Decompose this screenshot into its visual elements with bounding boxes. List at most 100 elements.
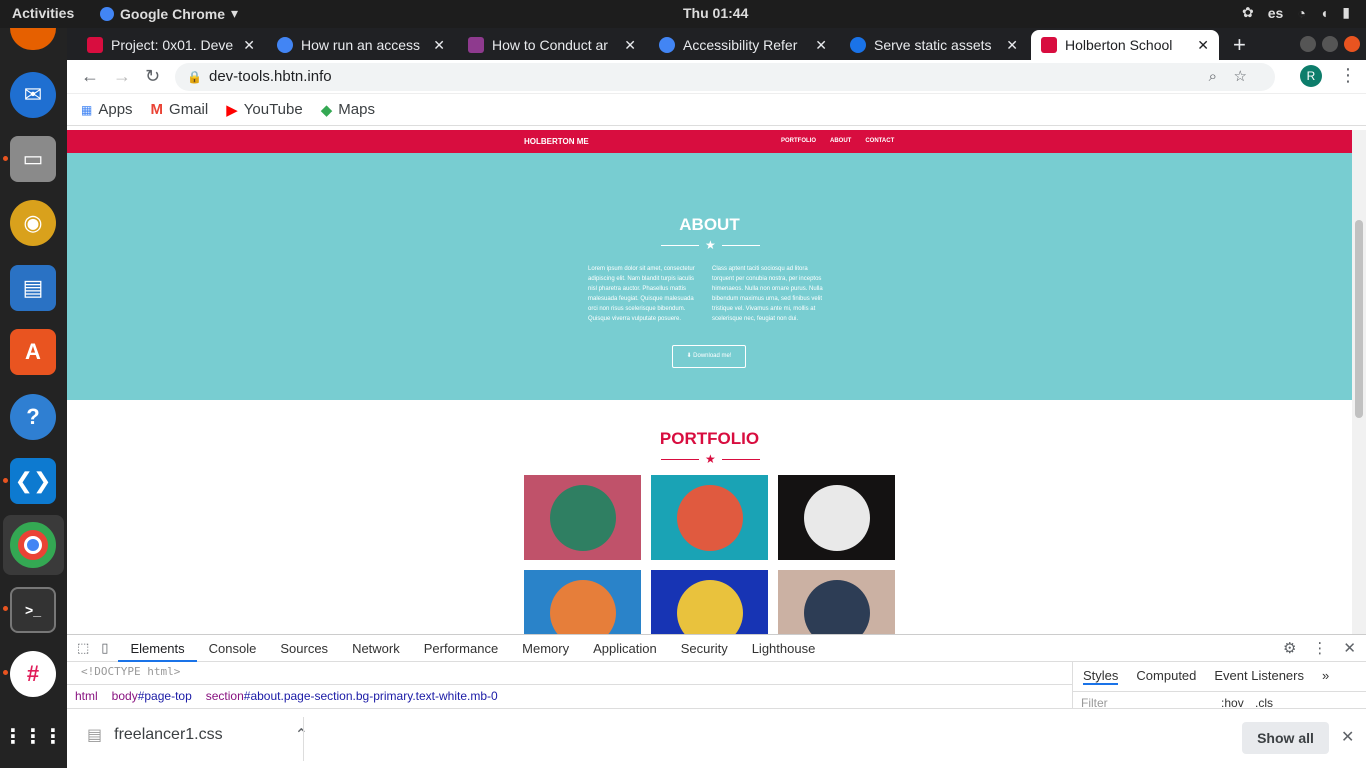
tab-project[interactable]: Project: 0x01. Deve ✕ <box>77 30 265 60</box>
breadcrumb-body[interactable]: body#page-top <box>112 689 192 703</box>
chrome-icon[interactable] <box>10 522 56 568</box>
express-icon <box>850 37 866 53</box>
close-icon[interactable]: ✕ <box>1343 639 1356 657</box>
close-icon[interactable]: ✕ <box>1197 37 1209 54</box>
devtools-tab-application[interactable]: Application <box>581 635 669 662</box>
safe-icon <box>676 579 743 634</box>
chrome-menu-icon[interactable]: ⋮ <box>1339 65 1357 86</box>
chevron-down-icon: ▾ <box>231 5 239 21</box>
chevron-up-icon[interactable]: ⌃ <box>295 725 308 745</box>
bookmark-apps[interactable]: ▦ Apps <box>81 101 133 118</box>
bookmark-maps[interactable]: ◆ Maps <box>321 101 375 119</box>
tab-accessibility[interactable]: Accessibility Refer ✕ <box>649 30 837 60</box>
download-filename: freelancer1.css <box>114 726 223 743</box>
app-grid-icon[interactable]: ⋮⋮⋮ <box>3 713 63 759</box>
more-options-icon[interactable]: ⋮ <box>1312 639 1327 657</box>
language-indicator[interactable]: es <box>1268 5 1284 21</box>
nav-link-about[interactable]: ABOUT <box>830 138 851 144</box>
devtools-tab-security[interactable]: Security <box>669 635 740 662</box>
close-icon[interactable]: ✕ <box>815 37 827 54</box>
elements-tree[interactable]: <!DOCTYPE html> <box>67 662 1072 684</box>
app-menu[interactable]: Google Chrome ▾ <box>100 5 238 22</box>
zoom-icon[interactable]: ⌕ <box>1209 63 1217 91</box>
forward-icon[interactable]: → <box>113 66 131 87</box>
scrollbar-thumb[interactable] <box>1355 220 1363 418</box>
reload-icon[interactable]: ↻ <box>145 66 160 87</box>
gear-icon[interactable]: ⚙ <box>1283 639 1296 657</box>
running-indicator <box>3 156 8 161</box>
files-icon[interactable]: ▭ <box>10 136 56 182</box>
profile-avatar[interactable]: R <box>1300 65 1322 87</box>
close-icon[interactable]: ✕ <box>1341 727 1354 747</box>
tab-static-assets[interactable]: Serve static assets ✕ <box>840 30 1028 60</box>
download-item[interactable]: ▤ freelancer1.css ⌃ <box>87 725 308 745</box>
portfolio-item-circus[interactable] <box>778 475 895 560</box>
breadcrumb-html[interactable]: html <box>75 689 98 703</box>
battery-icon: ▮ <box>1342 4 1350 20</box>
page-scrollbar[interactable] <box>1352 130 1366 634</box>
bookmark-youtube[interactable]: ▶ YouTube <box>226 101 303 119</box>
window-close-button[interactable] <box>1344 36 1360 52</box>
close-icon[interactable]: ✕ <box>1006 37 1018 54</box>
nav-link-portfolio[interactable]: PORTFOLIO <box>781 138 816 144</box>
download-button[interactable]: ⬇ Download me! <box>672 345 746 368</box>
maps-icon: ◆ <box>320 101 333 119</box>
indicator-icon[interactable]: ✿ <box>1242 4 1254 21</box>
computed-tab[interactable]: Computed <box>1136 668 1196 685</box>
inspect-element-icon[interactable]: ⬚ <box>77 640 89 656</box>
running-indicator <box>3 670 8 675</box>
close-icon[interactable]: ✕ <box>624 37 636 54</box>
devtools-tab-network[interactable]: Network <box>340 635 412 662</box>
breadcrumb-section[interactable]: section#about.page-section.bg-primary.te… <box>206 689 498 703</box>
devtools-panel: ⬚ ▯ Elements Console Sources Network Per… <box>67 634 1366 710</box>
portfolio-item-game[interactable] <box>524 570 641 634</box>
bookmark-gmail[interactable]: M Gmail <box>151 101 209 118</box>
elements-breadcrumbs: html body#page-top section#about.page-se… <box>67 684 1072 706</box>
styles-tab[interactable]: Styles <box>1083 668 1119 685</box>
site-brand[interactable]: HOLBERTON ME <box>524 137 589 146</box>
portfolio-item-cabin[interactable] <box>524 475 641 560</box>
devtools-tab-memory[interactable]: Memory <box>510 635 581 662</box>
new-tab-button[interactable]: + <box>1233 32 1246 58</box>
minimize-button[interactable] <box>1300 36 1316 52</box>
back-icon[interactable]: ← <box>81 66 99 87</box>
device-toolbar-icon[interactable]: ▯ <box>101 640 108 656</box>
show-all-button[interactable]: Show all <box>1242 722 1329 754</box>
more-tabs-icon[interactable]: » <box>1322 668 1329 685</box>
devtools-tab-lighthouse[interactable]: Lighthouse <box>740 635 828 662</box>
event-listeners-tab[interactable]: Event Listeners <box>1214 668 1304 685</box>
portfolio-item-submarine[interactable] <box>778 570 895 634</box>
nav-link-contact[interactable]: CONTACT <box>865 138 894 144</box>
close-icon[interactable]: ✕ <box>433 37 445 54</box>
maximize-button[interactable] <box>1322 36 1338 52</box>
activities-button[interactable]: Activities <box>12 5 74 21</box>
devtools-tab-performance[interactable]: Performance <box>412 635 510 662</box>
help-icon[interactable]: ? <box>10 394 56 440</box>
firefox-icon[interactable] <box>10 28 56 50</box>
tab-holberton-active[interactable]: Holberton School ✕ <box>1031 30 1219 60</box>
address-bar[interactable]: 🔒 dev-tools.hbtn.info ⌕ ☆ <box>175 63 1275 91</box>
window-controls <box>1300 36 1360 52</box>
tab-title: How run an access <box>301 37 421 53</box>
rhythmbox-icon[interactable]: ◉ <box>10 200 56 246</box>
clock[interactable]: Thu 01:44 <box>683 5 748 21</box>
devtools-tab-sources[interactable]: Sources <box>268 635 340 662</box>
software-icon[interactable]: A <box>10 329 56 375</box>
writer-icon[interactable]: ▤ <box>10 265 56 311</box>
bookmark-star-icon[interactable]: ☆ <box>1234 63 1247 91</box>
vscode-icon[interactable]: ❮❯ <box>10 458 56 504</box>
system-tray[interactable]: ✿ es ◔ ◖ ▮ <box>1242 4 1350 21</box>
slack-icon[interactable]: # <box>10 651 56 697</box>
devtools-tab-elements[interactable]: Elements <box>118 635 197 662</box>
lock-icon[interactable]: 🔒 <box>187 63 202 91</box>
portfolio-item-safe[interactable] <box>651 570 768 634</box>
devtools-tab-console[interactable]: Console <box>197 635 269 662</box>
thunderbird-icon[interactable]: ✉ <box>10 72 56 118</box>
tab-google[interactable]: How run an access ✕ <box>267 30 455 60</box>
bookmark-label: Maps <box>338 101 375 118</box>
terminal-icon[interactable]: >_ <box>10 587 56 633</box>
portfolio-item-cake[interactable] <box>651 475 768 560</box>
tab-conduct[interactable]: How to Conduct ar ✕ <box>458 30 646 60</box>
close-icon[interactable]: ✕ <box>243 37 255 54</box>
page-viewport: HOLBERTON ME PORTFOLIO ABOUT CONTACT ABO… <box>67 130 1352 634</box>
